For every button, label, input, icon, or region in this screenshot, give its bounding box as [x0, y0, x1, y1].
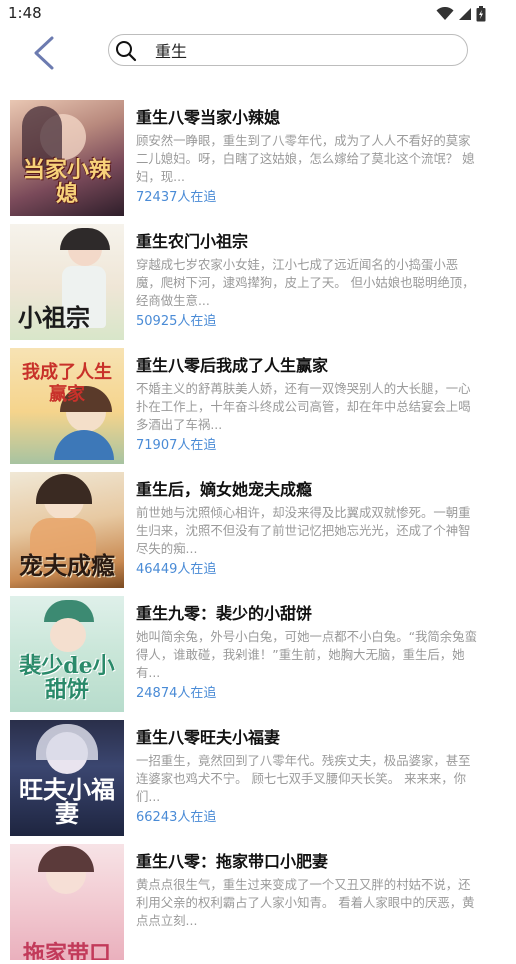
- book-cover: 我成了人生赢家: [10, 348, 124, 464]
- book-description: 她叫简余兔，外号小白兔，可她一点都不小白兔。“我简余兔蛮得人，谁敢碰，我剁谁！”…: [136, 629, 477, 680]
- book-cover-title: 拖家带口: [22, 941, 111, 960]
- book-description: 前世她与沈照倾心相许，却没来得及比翼成双就惨死。一朝重生归来，沈照不但没有了前世…: [136, 505, 471, 556]
- book-description: 黄点点很生气，重生过来变成了一个又丑又胖的村姑不说，还利用父亲的权利霸占了人家小…: [136, 877, 475, 928]
- book-readers-count: 46449人在追: [136, 562, 217, 577]
- book-cover-title: 裴少de小甜饼: [19, 653, 115, 703]
- book-title: 重生八零后我成了人生赢家: [136, 356, 329, 375]
- book-description: 穿越成七岁农家小女娃，江小七成了远近闻名的小捣蛋小恶魔，爬树下河，逮鸡撵狗，皮上…: [136, 257, 475, 308]
- book-item[interactable]: 小祖宗 重生农门小祖宗 穿越成七岁农家小女娃，江小七成了远近闻名的小捣蛋小恶魔，…: [0, 224, 516, 344]
- book-cover: 裴少de小甜饼: [10, 596, 124, 712]
- book-cover: 小祖宗: [10, 224, 124, 340]
- book-item[interactable]: 旺夫小福妻 重生八零旺夫小福妻 一招重生，竟然回到了八零年代。残疾丈夫，极品婆家…: [0, 720, 516, 840]
- book-cover: 旺夫小福妻: [10, 720, 124, 836]
- book-item[interactable]: 我成了人生赢家 重生八零后我成了人生赢家 不婚主义的舒苒肤美人娇，还有一双馋哭别…: [0, 348, 516, 468]
- book-title: 重生八零当家小辣媳: [136, 108, 281, 127]
- wifi-icon: [436, 7, 454, 20]
- book-cover-title: 我成了人生赢家: [22, 362, 112, 405]
- status-time: 1:48: [8, 4, 42, 22]
- book-title: 重生九零：裴少的小甜饼: [136, 604, 313, 623]
- book-title: 重生八零旺夫小福妻: [136, 728, 281, 747]
- back-button[interactable]: [26, 30, 66, 74]
- book-description: 一招重生，竟然回到了八零年代。残疾丈夫，极品婆家，甚至连婆家也鸡犬不宁。 顾七七…: [136, 753, 471, 804]
- book-cover: 拖家带口: [10, 844, 124, 960]
- book-cover: 宠夫成瘾: [10, 472, 124, 588]
- status-bar: 1:48: [0, 0, 516, 28]
- book-item[interactable]: 当家小辣媳 重生八零当家小辣媳 顾安然一睁眼，重生到了八零年代，成为了人人不看好…: [0, 100, 516, 220]
- book-readers-count: 50925人在追: [136, 314, 217, 329]
- book-cover-title: 小祖宗: [18, 303, 90, 332]
- battery-icon: [476, 6, 486, 22]
- search-box[interactable]: [108, 34, 468, 66]
- status-icons: [436, 6, 486, 22]
- back-arrow-icon: [34, 36, 54, 70]
- book-readers-count: 66243人在追: [136, 810, 217, 825]
- cellular-signal-icon: [459, 8, 471, 20]
- book-title: 重生后，嫡女她宠夫成瘾: [136, 480, 313, 499]
- book-item[interactable]: 宠夫成瘾 重生后，嫡女她宠夫成瘾 前世她与沈照倾心相许，却没来得及比翼成双就惨死…: [0, 472, 516, 592]
- book-title: 重生农门小祖宗: [136, 232, 249, 251]
- book-readers-count: 72437人在追: [136, 190, 217, 205]
- book-cover-title: 当家小辣媳: [22, 157, 111, 207]
- search-input[interactable]: [155, 37, 445, 63]
- book-readers-count: 24874人在追: [136, 686, 217, 701]
- header: [0, 28, 516, 78]
- book-description: 顾安然一睁眼，重生到了八零年代，成为了人人不看好的莫家二儿媳妇。呀，白瞎了这姑娘…: [136, 133, 475, 184]
- book-cover: 当家小辣媳: [10, 100, 124, 216]
- book-cover-title: 旺夫小福妻: [19, 775, 115, 828]
- book-item[interactable]: 裴少de小甜饼 重生九零：裴少的小甜饼 她叫简余兔，外号小白兔，可她一点都不小白…: [0, 596, 516, 716]
- book-description: 不婚主义的舒苒肤美人娇，还有一双馋哭别人的大长腿，一心扑在工作上，十年奋斗终成公…: [136, 381, 471, 432]
- book-cover-title: 宠夫成瘾: [19, 551, 115, 580]
- book-title: 重生八零：拖家带口小肥妻: [136, 852, 329, 871]
- book-readers-count: 71907人在追: [136, 438, 217, 453]
- book-item[interactable]: 拖家带口 重生八零：拖家带口小肥妻 黄点点很生气，重生过来变成了一个又丑又胖的村…: [0, 844, 516, 964]
- search-icon: [116, 41, 137, 62]
